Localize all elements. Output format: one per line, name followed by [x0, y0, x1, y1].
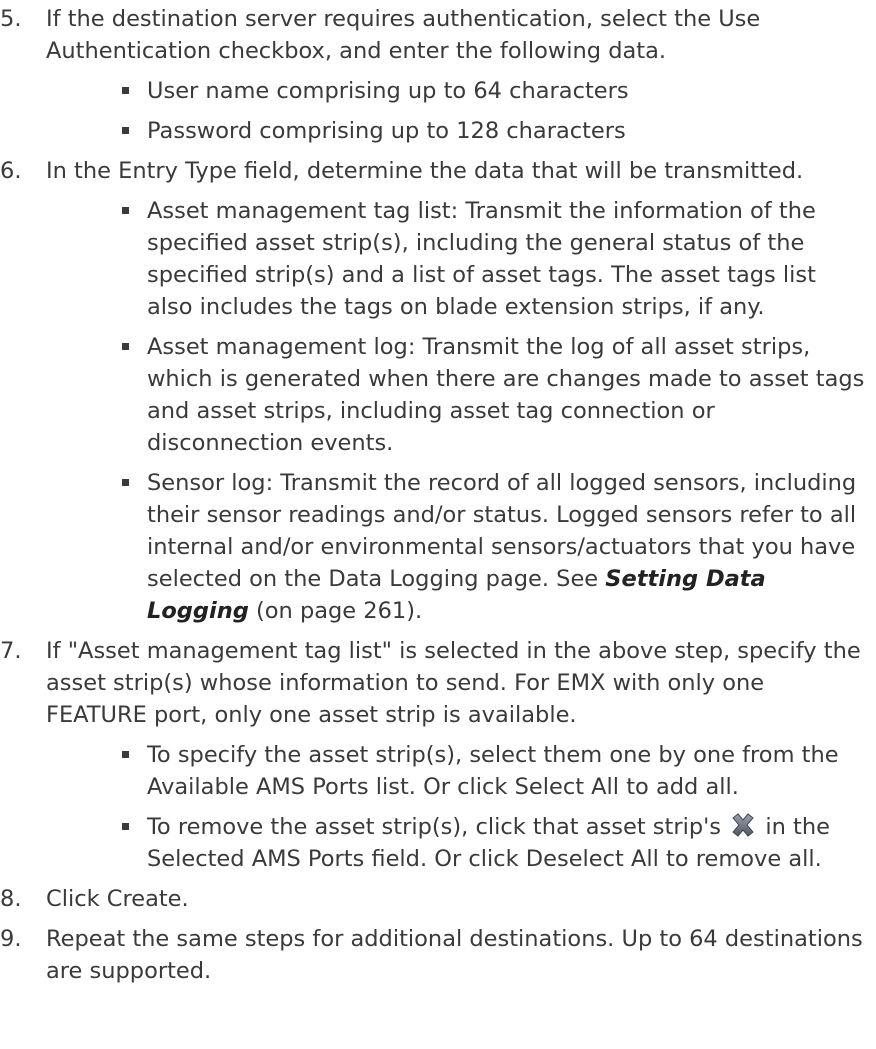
step-text: Click Create. [46, 886, 189, 912]
bullet-icon [122, 343, 129, 350]
list-item: User name comprising up to 64 characters [46, 75, 868, 107]
step-6: 6. In the Entry Type field, determine th… [0, 155, 876, 627]
step-number: 9. [0, 926, 22, 952]
list-item: Asset management log: Transmit the log o… [46, 331, 868, 459]
step-text: If the destination server requires authe… [46, 6, 761, 64]
step-7: 7. If "Asset management tag list" is sel… [0, 635, 876, 875]
bullet-icon [122, 127, 129, 134]
step-text: In the Entry Type field, determine the d… [46, 158, 804, 184]
bullet-list: Asset management tag list: Transmit the … [46, 195, 868, 627]
step-number: 5. [0, 6, 22, 32]
list-item: Sensor log: Transmit the record of all l… [46, 467, 868, 627]
step-number: 6. [0, 158, 22, 184]
bullet-icon [122, 751, 129, 758]
step-text: Repeat the same steps for additional des… [46, 926, 863, 984]
step-number: 7. [0, 638, 22, 664]
bullet-icon [122, 87, 129, 94]
page-ref-text: (on page 261). [248, 598, 423, 624]
list-item: Password comprising up to 128 characters [46, 115, 868, 147]
step-9: 9. Repeat the same steps for additional … [0, 923, 876, 987]
bullet-list: User name comprising up to 64 characters… [46, 75, 868, 147]
bullet-icon [122, 207, 129, 214]
step-8: 8. Click Create. [0, 883, 876, 915]
bullet-list: To specify the asset strip(s), select th… [46, 739, 868, 875]
remove-text-before: To remove the asset strip(s), click that… [147, 814, 722, 840]
remove-x-icon [732, 813, 754, 837]
list-item: To remove the asset strip(s), click that… [46, 811, 868, 875]
step-text: If "Asset management tag list" is select… [46, 638, 861, 728]
step-5: 5. If the destination server requires au… [0, 3, 876, 147]
bullet-icon [122, 823, 129, 830]
step-number: 8. [0, 886, 22, 912]
list-item: Asset management tag list: Transmit the … [46, 195, 868, 323]
document-page: 5. If the destination server requires au… [0, 0, 876, 987]
list-item: To specify the asset strip(s), select th… [46, 739, 868, 803]
bullet-icon [122, 479, 129, 486]
